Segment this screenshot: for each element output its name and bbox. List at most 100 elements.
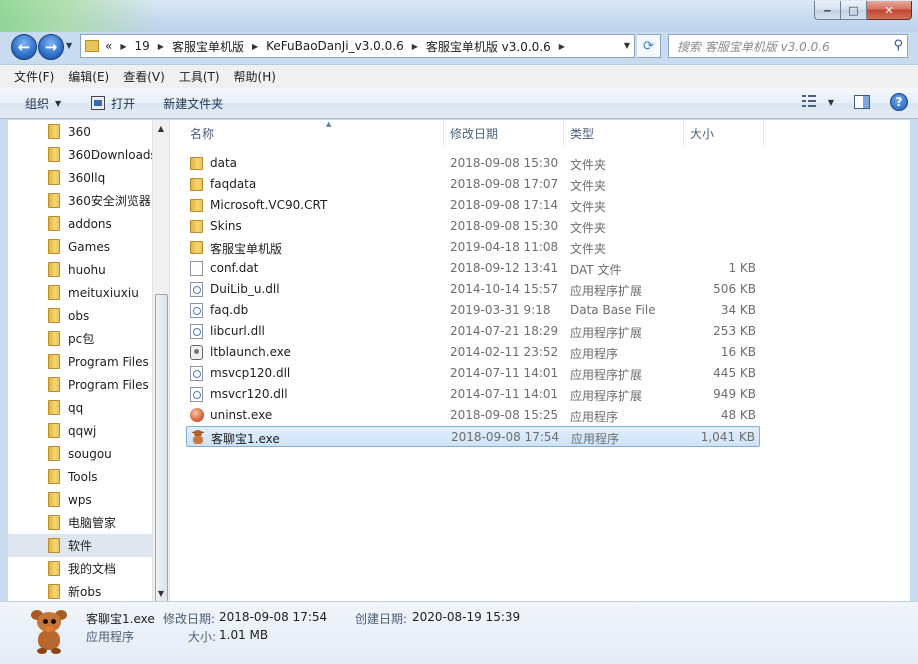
file-row[interactable]: 客服宝单机版 2019-04-18 11:08 文件夹 bbox=[186, 237, 760, 258]
file-row[interactable]: libcurl.dll 2014-07-21 18:29 应用程序扩展 253 KB bbox=[186, 321, 760, 342]
open-button[interactable]: 打开 bbox=[91, 95, 135, 112]
file-row[interactable]: msvcp120.dll 2014-07-11 14:01 应用程序扩展 445 KB bbox=[186, 363, 760, 384]
file-row[interactable]: conf.dat 2018-09-12 13:41 DAT 文件 1 KB bbox=[186, 258, 760, 279]
menu-help[interactable]: 帮助(H) bbox=[234, 68, 276, 85]
new-folder-button[interactable]: 新建文件夹 bbox=[163, 95, 223, 112]
chevron-right-icon[interactable]: ▶ bbox=[412, 42, 418, 51]
help-icon[interactable]: ? bbox=[890, 93, 908, 111]
forward-button[interactable]: → bbox=[38, 34, 64, 60]
organize-button[interactable]: 组织 ▼ bbox=[25, 95, 61, 112]
chevron-right-icon[interactable]: ▶ bbox=[559, 42, 565, 51]
file-row[interactable]: Skins 2018-09-08 15:30 文件夹 bbox=[186, 216, 760, 237]
folder-icon bbox=[48, 515, 60, 530]
view-details-icon[interactable] bbox=[801, 95, 818, 109]
caption-buttons: ‒ □ ✕ bbox=[814, 1, 912, 20]
file-row[interactable]: faqdata 2018-09-08 17:07 文件夹 bbox=[186, 174, 760, 195]
close-button[interactable]: ✕ bbox=[867, 1, 912, 20]
column-header-date[interactable]: 修改日期 bbox=[444, 120, 564, 146]
breadcrumb-item[interactable]: 19 bbox=[135, 39, 150, 53]
nav-folder-item[interactable]: 软件 bbox=[8, 534, 153, 557]
file-name: msvcr120.dll bbox=[210, 387, 288, 401]
address-history-dropdown[interactable]: ▼ bbox=[624, 41, 630, 50]
nav-folder-item[interactable]: 新obs bbox=[8, 580, 153, 601]
file-type: 应用程序扩展 bbox=[570, 368, 643, 382]
chevron-right-icon[interactable]: ▶ bbox=[158, 42, 164, 51]
file-date: 2018-09-08 15:30 bbox=[450, 219, 559, 233]
recent-pages-dropdown[interactable]: ▼ bbox=[66, 41, 76, 53]
column-size-label: 大小 bbox=[690, 126, 715, 141]
folder-icon bbox=[48, 193, 60, 208]
minimize-button[interactable]: ‒ bbox=[814, 1, 841, 20]
nav-folder-item[interactable]: meituxiuxiu bbox=[8, 281, 153, 304]
address-bar[interactable]: « ▶ 19 ▶ 客服宝单机版 ▶ KeFuBaoDanJi_v3.0.0.6 ▶ 客服… bbox=[80, 34, 635, 58]
nav-folder-item[interactable]: huohu bbox=[8, 258, 153, 281]
file-name: data bbox=[210, 156, 238, 170]
nav-folder-label: wps bbox=[68, 492, 92, 507]
column-header-size[interactable]: 大小 bbox=[684, 120, 764, 146]
scrollbar-thumb[interactable] bbox=[155, 294, 168, 610]
nav-folder-item[interactable]: wps bbox=[8, 488, 153, 511]
menu-edit[interactable]: 编辑(E) bbox=[68, 68, 109, 85]
column-header-type[interactable]: 类型 bbox=[564, 120, 684, 146]
scroll-down-icon[interactable]: ▼ bbox=[153, 585, 169, 601]
nav-folder-item[interactable]: 360llq bbox=[8, 166, 153, 189]
folder-icon bbox=[48, 446, 60, 461]
refresh-button[interactable]: ⟳ bbox=[637, 34, 661, 58]
nav-folder-label: pc包 bbox=[68, 332, 95, 346]
file-row[interactable]: faq.db 2019-03-31 9:18 Data Base File 34 KB bbox=[186, 300, 760, 321]
nav-folder-item[interactable]: sougou bbox=[8, 442, 153, 465]
nav-folder-label: 电脑管家 bbox=[68, 516, 117, 530]
nav-folder-item[interactable]: obs bbox=[8, 304, 153, 327]
nav-folder-item[interactable]: 电脑管家 bbox=[8, 511, 153, 534]
folder-icon bbox=[190, 241, 203, 254]
file-size: 506 KB bbox=[713, 282, 756, 296]
file-row[interactable]: ltblaunch.exe 2014-02-11 23:52 应用程序 16 KB bbox=[186, 342, 760, 363]
nav-folder-item[interactable]: Tools bbox=[8, 465, 153, 488]
nav-folder-item[interactable]: Program Files bbox=[8, 373, 153, 396]
search-input[interactable]: 搜索 客服宝单机版 v3.0.0.6 ⚲ bbox=[668, 34, 908, 58]
command-bar: 组织 ▼ 打开 新建文件夹 ▼ ? bbox=[0, 88, 918, 119]
nav-folder-label: sougou bbox=[68, 446, 112, 461]
breadcrumb-item[interactable]: 客服宝单机版 v3.0.0.6 bbox=[426, 38, 551, 55]
nav-folder-item[interactable]: 360 bbox=[8, 120, 153, 143]
menu-view[interactable]: 查看(V) bbox=[123, 68, 165, 85]
chevron-right-icon[interactable]: ▶ bbox=[120, 42, 126, 51]
back-button[interactable]: ← bbox=[11, 34, 37, 60]
preview-pane-icon[interactable] bbox=[854, 95, 870, 109]
file-size: 16 KB bbox=[720, 345, 756, 359]
details-file-name: 客聊宝1.exe bbox=[86, 612, 155, 626]
column-name-label: 名称 bbox=[190, 126, 215, 141]
breadcrumb-overflow[interactable]: « bbox=[105, 39, 112, 53]
file-row[interactable]: uninst.exe 2018-09-08 15:25 应用程序 48 KB bbox=[186, 405, 760, 426]
nav-folder-item[interactable]: pc包 bbox=[8, 327, 153, 350]
breadcrumb-item[interactable]: KeFuBaoDanJi_v3.0.0.6 bbox=[266, 39, 404, 53]
maximize-button[interactable]: □ bbox=[841, 1, 867, 20]
menu-file[interactable]: 文件(F) bbox=[14, 68, 54, 85]
nav-folder-item[interactable]: 360Downloads bbox=[8, 143, 153, 166]
nav-folder-label: qq bbox=[68, 400, 84, 415]
scroll-up-icon[interactable]: ▲ bbox=[153, 120, 169, 136]
view-options-dropdown[interactable]: ▼ bbox=[828, 98, 834, 107]
nav-folder-item[interactable]: qqwj bbox=[8, 419, 153, 442]
nav-folder-item[interactable]: Program Files bbox=[8, 350, 153, 373]
file-row[interactable]: DuiLib_u.dll 2014-10-14 15:57 应用程序扩展 506 KB bbox=[186, 279, 760, 300]
folder-icon bbox=[48, 354, 60, 369]
folder-icon bbox=[190, 178, 203, 191]
search-icon[interactable]: ⚲ bbox=[893, 38, 903, 53]
details-created-label: 创建日期: bbox=[355, 612, 408, 626]
breadcrumb-item[interactable]: 客服宝单机版 bbox=[172, 38, 244, 55]
nav-folder-label: Tools bbox=[68, 469, 98, 484]
nav-folder-item[interactable]: 360安全浏览器 bbox=[8, 189, 153, 212]
navigation-scrollbar[interactable]: ▲ ▼ bbox=[152, 120, 169, 610]
nav-folder-item[interactable]: Games bbox=[8, 235, 153, 258]
file-row[interactable]: data 2018-09-08 15:30 文件夹 bbox=[186, 153, 760, 174]
menu-tools[interactable]: 工具(T) bbox=[179, 68, 220, 85]
column-header-name[interactable]: 名称 ▲ bbox=[186, 120, 444, 146]
nav-folder-item[interactable]: addons bbox=[8, 212, 153, 235]
file-row[interactable]: msvcr120.dll 2014-07-11 14:01 应用程序扩展 949 KB bbox=[186, 384, 760, 405]
nav-folder-item[interactable]: qq bbox=[8, 396, 153, 419]
chevron-right-icon[interactable]: ▶ bbox=[252, 42, 258, 51]
file-row[interactable]: Microsoft.VC90.CRT 2018-09-08 17:14 文件夹 bbox=[186, 195, 760, 216]
nav-folder-item[interactable]: 我的文档 bbox=[8, 557, 153, 580]
file-row-selected[interactable]: 客聊宝1.exe 2018-09-08 17:54 应用程序 1,041 KB bbox=[186, 426, 760, 447]
